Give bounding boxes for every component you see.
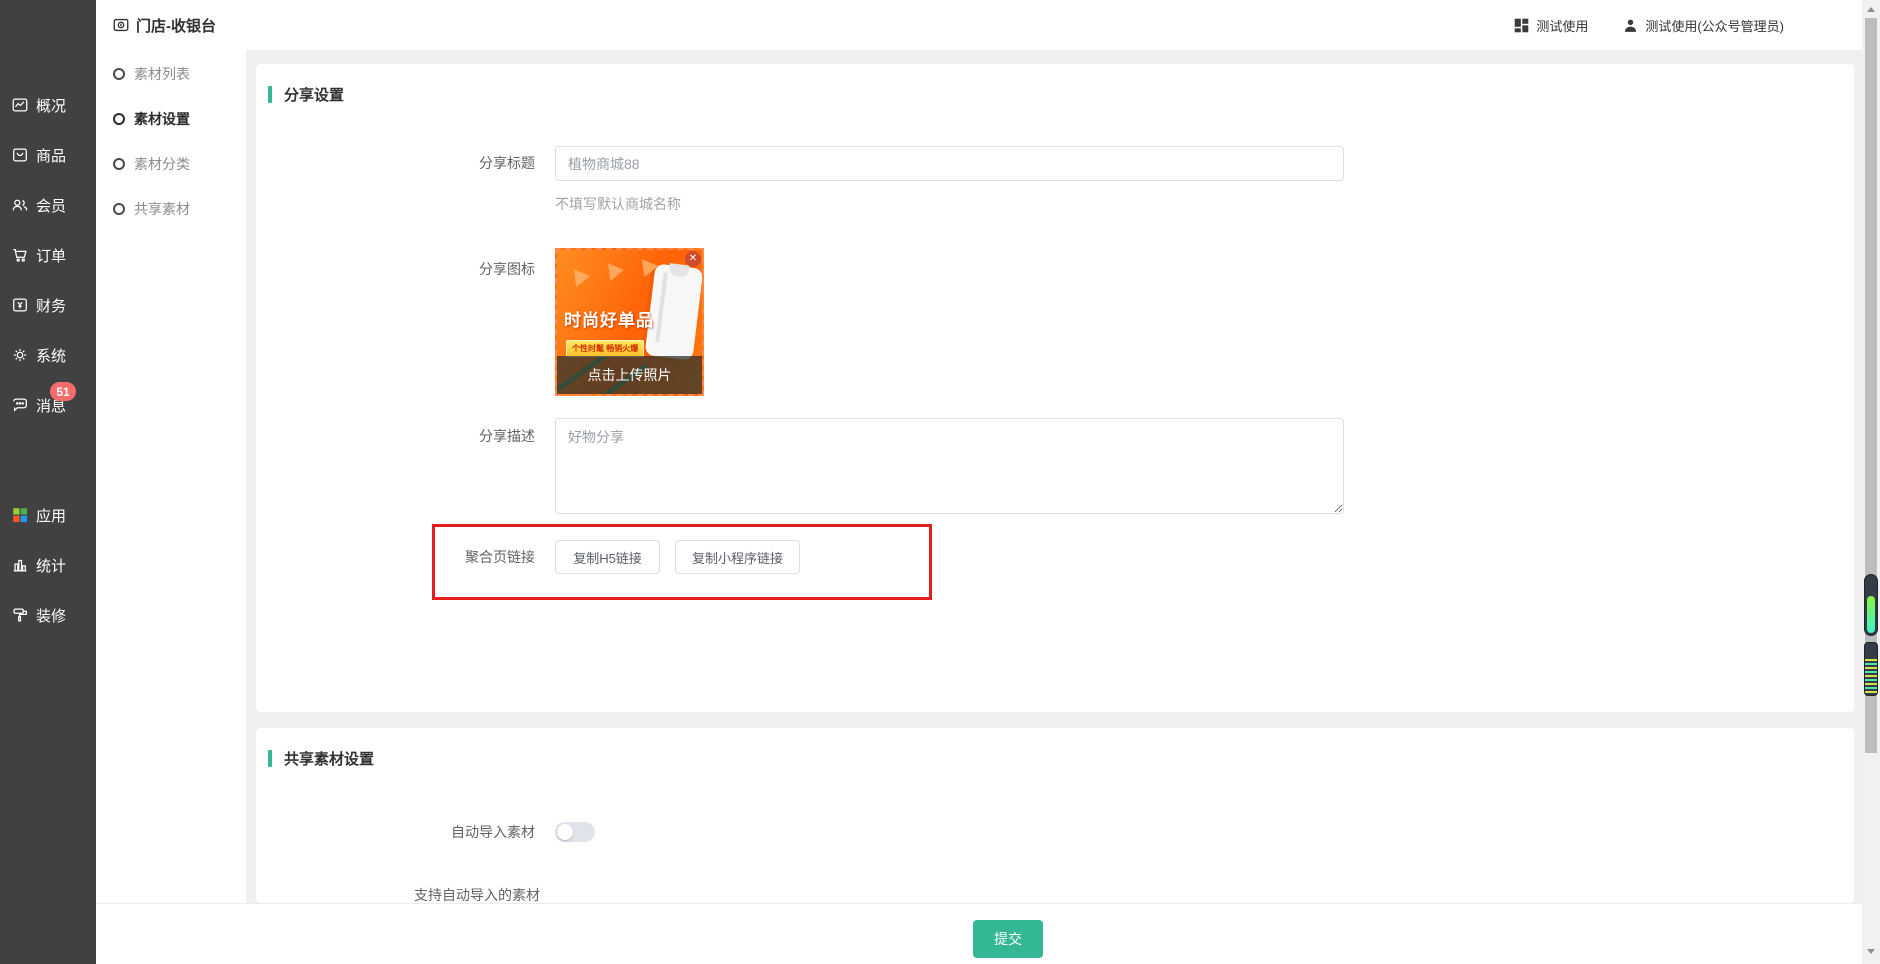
header-actions: 测试使用 测试使用(公众号管理员) bbox=[1513, 0, 1784, 50]
share-title-hint: 不填写默认商城名称 bbox=[555, 196, 681, 212]
sidebar-item-label: 统计 bbox=[36, 557, 67, 575]
toggle-knob bbox=[557, 824, 573, 840]
submenu-item-material-category[interactable]: 素材分类 bbox=[96, 141, 246, 186]
section-accent-bar bbox=[268, 750, 272, 767]
footer-bar: 提交 bbox=[96, 903, 1862, 964]
support-auto-import-label: 支持自动导入的素材 bbox=[414, 887, 540, 903]
sidebar-item-label: 应用 bbox=[36, 507, 67, 525]
share-icon-image: 时尚好单品 个性时髦 畅销火爆 点击上传照片 bbox=[557, 250, 702, 394]
sidebar-item-label: 财务 bbox=[36, 297, 67, 315]
image-banner-text: 个性时髦 畅销火爆 bbox=[566, 340, 645, 357]
header-user-menu[interactable]: 测试使用(公众号管理员) bbox=[1622, 16, 1784, 35]
goods-box-icon bbox=[13, 148, 27, 162]
circle-icon bbox=[113, 157, 125, 170]
share-icon-label: 分享图标 bbox=[479, 261, 535, 277]
circle-icon bbox=[113, 67, 125, 80]
header-action-label: 测试使用 bbox=[1536, 18, 1589, 34]
sidebar-item-goods[interactable]: 商品 bbox=[0, 130, 96, 180]
top-header: 门店-收银台 测试使用 测试使用(公众号管理员) bbox=[96, 0, 1862, 50]
share-desc-label: 分享描述 bbox=[479, 428, 535, 444]
submenu-item-label: 素材分类 bbox=[134, 155, 190, 172]
meter-fill bbox=[1867, 595, 1875, 633]
share-title-input[interactable] bbox=[555, 146, 1344, 181]
share-icon-upload[interactable]: 时尚好单品 个性时髦 畅销火爆 点击上传照片 ✕ bbox=[555, 248, 704, 396]
message-count-badge: 51 bbox=[50, 382, 76, 401]
section-accent-bar bbox=[268, 86, 272, 103]
section-title-text: 分享设置 bbox=[284, 87, 345, 104]
circle-icon bbox=[113, 112, 125, 125]
section-title-text: 共享素材设置 bbox=[284, 751, 375, 768]
header-user-label: 测试使用(公众号管理员) bbox=[1645, 18, 1784, 34]
sidebar-item-orders[interactable]: 订单 bbox=[0, 230, 96, 280]
auto-import-toggle[interactable] bbox=[555, 822, 595, 842]
overlay-meter-gradient bbox=[1864, 574, 1878, 636]
decorate-paintroller-icon bbox=[13, 608, 27, 622]
submenu-item-material-settings[interactable]: 素材设置 bbox=[96, 96, 246, 141]
copy-miniprogram-link-button[interactable]: 复制小程序链接 bbox=[675, 540, 800, 574]
main-sidebar: 概况 商品 会员 订单 财务 系统 消息 51 应用 统计 装修 bbox=[0, 0, 96, 964]
submit-button[interactable]: 提交 bbox=[973, 920, 1043, 958]
submenu-item-label: 素材列表 bbox=[134, 65, 190, 82]
submenu-item-label: 素材设置 bbox=[134, 110, 190, 127]
circle-icon bbox=[113, 202, 125, 215]
orders-cart-icon bbox=[13, 248, 27, 262]
sidebar-item-decorate[interactable]: 装修 bbox=[0, 590, 96, 640]
sidebar-item-label: 会员 bbox=[36, 197, 67, 215]
stats-barchart-icon bbox=[13, 559, 27, 572]
cashier-icon bbox=[113, 18, 129, 32]
scroll-down-arrow-icon[interactable] bbox=[1867, 949, 1875, 954]
system-gear-icon bbox=[13, 348, 27, 362]
scroll-up-arrow-icon[interactable] bbox=[1867, 7, 1875, 12]
aggregate-link-label: 聚合页链接 bbox=[465, 549, 535, 565]
overlay-meter-striped bbox=[1864, 642, 1878, 696]
layout-grid-icon bbox=[1515, 18, 1529, 32]
share-title-label: 分享标题 bbox=[479, 155, 535, 171]
sidebar-item-stats[interactable]: 统计 bbox=[0, 540, 96, 590]
share-settings-card: 分享设置 分享标题 不填写默认商城名称 分享图标 时尚好单品 个性时髦 畅销火爆… bbox=[256, 64, 1854, 712]
image-headline-text: 时尚好单品 bbox=[564, 311, 654, 330]
remove-image-icon[interactable]: ✕ bbox=[685, 251, 701, 267]
overview-chart-icon bbox=[12, 98, 28, 112]
messages-chat-icon bbox=[13, 398, 27, 412]
sidebar-item-label: 装修 bbox=[36, 607, 67, 625]
sidebar-item-members[interactable]: 会员 bbox=[0, 180, 96, 230]
share-desc-textarea[interactable]: 好物分享 bbox=[555, 418, 1344, 514]
page-title-text: 门店-收银台 bbox=[136, 17, 216, 35]
sidebar-item-system[interactable]: 系统 bbox=[0, 330, 96, 380]
copy-h5-link-button[interactable]: 复制H5链接 bbox=[555, 540, 660, 574]
upload-overlay-text: 点击上传照片 bbox=[557, 356, 702, 394]
sidebar-item-label: 系统 bbox=[36, 347, 67, 365]
sidebar-item-label: 订单 bbox=[36, 247, 67, 265]
sidebar-item-overview[interactable]: 概况 bbox=[0, 80, 96, 130]
section-title-shared-material: 共享素材设置 bbox=[268, 748, 374, 769]
page-scrollbar bbox=[1862, 0, 1880, 964]
decor-arrow bbox=[573, 267, 592, 287]
members-people-icon bbox=[12, 199, 28, 211]
apps-grid-icon bbox=[13, 508, 28, 523]
sidebar-item-label: 商品 bbox=[36, 147, 67, 165]
section-title-share: 分享设置 bbox=[268, 84, 344, 105]
app-root: 概况 商品 会员 订单 财务 系统 消息 51 应用 统计 装修 门店-收银台 … bbox=[0, 0, 1880, 964]
sidebar-item-label: 概况 bbox=[36, 97, 67, 115]
page-title: 门店-收银台 bbox=[112, 0, 216, 50]
auto-import-label: 自动导入素材 bbox=[451, 824, 535, 840]
user-icon bbox=[1625, 19, 1637, 32]
sidebar-item-messages[interactable]: 消息 51 bbox=[0, 380, 96, 430]
submenu-item-material-list[interactable]: 素材列表 bbox=[96, 51, 246, 96]
finance-money-icon bbox=[13, 298, 27, 312]
submenu-item-shared-material[interactable]: 共享素材 bbox=[96, 186, 246, 231]
decor-arrow bbox=[607, 261, 626, 281]
sidebar-item-apps[interactable]: 应用 bbox=[0, 490, 96, 540]
header-action-test[interactable]: 测试使用 bbox=[1513, 16, 1588, 35]
sidebar-item-finance[interactable]: 财务 bbox=[0, 280, 96, 330]
shared-material-card: 共享素材设置 自动导入素材 支持自动导入的素材 bbox=[256, 728, 1854, 903]
submenu-item-label: 共享素材 bbox=[134, 200, 190, 217]
material-submenu: 素材列表 素材设置 素材分类 共享素材 bbox=[96, 50, 246, 964]
